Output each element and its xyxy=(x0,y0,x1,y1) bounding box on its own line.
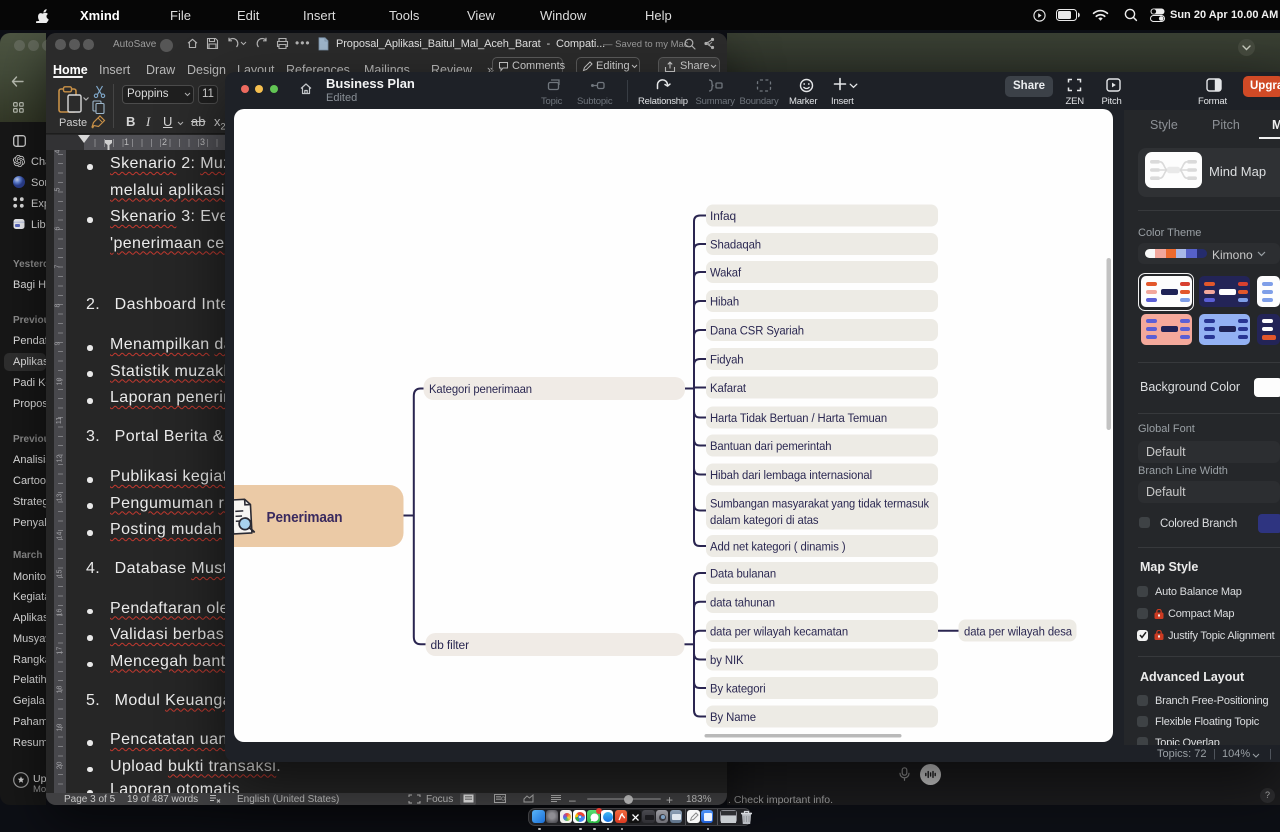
svg-text:data per wilayah desa: data per wilayah desa xyxy=(964,624,1072,638)
svg-text:Hibah dari lembaga internasion: Hibah dari lembaga internasional xyxy=(710,468,872,482)
svg-text:Bantuan dari pemerintah: Bantuan dari pemerintah xyxy=(710,439,832,453)
svg-text:Harta Tidak Bertuan / Harta Te: Harta Tidak Bertuan / Harta Temuan xyxy=(710,411,887,425)
svg-text:Hibah: Hibah xyxy=(710,295,739,309)
svg-text:By kategori: By kategori xyxy=(710,682,766,696)
svg-text:by NIK: by NIK xyxy=(710,653,744,667)
svg-text:Penerimaan: Penerimaan xyxy=(266,510,342,526)
svg-text:By Name: By Name xyxy=(710,710,756,724)
svg-text:db filter: db filter xyxy=(430,638,469,652)
svg-text:data tahunan: data tahunan xyxy=(710,595,775,609)
svg-text:Sumbangan masyarakat yang tida: Sumbangan masyarakat yang tidak termasuk xyxy=(710,497,930,511)
svg-text:data per wilayah kecamatan: data per wilayah kecamatan xyxy=(710,624,848,638)
svg-text:Dana CSR Syariah: Dana CSR Syariah xyxy=(710,324,804,338)
svg-text:Infaq: Infaq xyxy=(710,209,736,223)
svg-text:Wakaf: Wakaf xyxy=(710,266,742,280)
svg-text:dalam kategori di atas: dalam kategori di atas xyxy=(710,513,819,527)
svg-text:Shadaqah: Shadaqah xyxy=(710,238,761,252)
svg-text:Kategori penerimaan: Kategori penerimaan xyxy=(429,382,532,396)
svg-text:Kafarat: Kafarat xyxy=(710,381,747,395)
svg-text:Fidyah: Fidyah xyxy=(710,353,744,367)
svg-text:Add net kategori ( dinamis ): Add net kategori ( dinamis ) xyxy=(710,540,846,554)
svg-text:Data bulanan: Data bulanan xyxy=(710,567,776,581)
